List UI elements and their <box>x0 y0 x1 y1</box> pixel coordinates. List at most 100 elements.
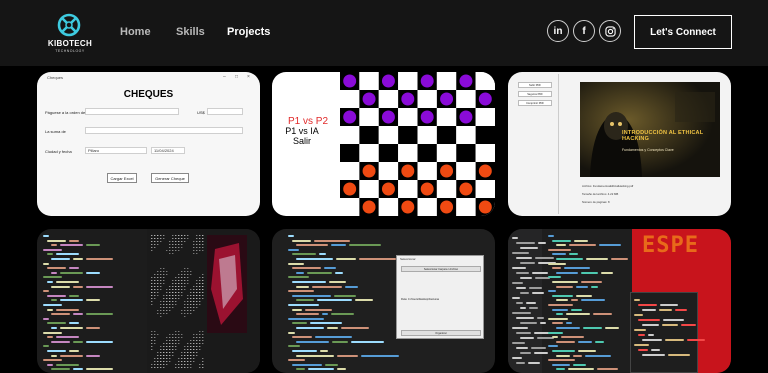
ascii-glyph <box>181 235 183 236</box>
ascii-glyph <box>193 343 195 344</box>
ascii-glyph <box>199 295 201 296</box>
nav-projects-link[interactable]: Projects <box>227 26 270 38</box>
ascii-glyph <box>166 313 168 314</box>
project-card-pdf-tool[interactable]: Subir PDF Seguros PDF Comprimir PDF Sele… <box>508 72 731 216</box>
ascii-glyph <box>163 313 165 314</box>
ascii-glyph <box>175 283 177 284</box>
ascii-glyph <box>172 334 174 335</box>
ascii-glyph <box>196 292 198 293</box>
minimize-icon: – <box>223 74 226 80</box>
ascii-glyph <box>190 295 192 296</box>
code-line <box>345 285 358 288</box>
ascii-glyph <box>190 352 192 353</box>
checker-piece <box>459 182 473 196</box>
code-line <box>581 271 598 274</box>
facebook-icon: f <box>582 25 586 37</box>
ascii-glyph <box>196 307 198 308</box>
ascii-glyph <box>178 241 180 242</box>
ascii-glyph <box>163 358 165 359</box>
date-input: 11/04/2024 <box>151 147 185 154</box>
instagram-button[interactable] <box>599 20 621 42</box>
checker-piece <box>478 92 492 106</box>
ascii-glyph <box>190 358 192 359</box>
ascii-glyph <box>169 337 171 338</box>
project-card-checkers[interactable]: P1 vs P2 P1 vs IA Salir <box>272 72 495 216</box>
checker-piece <box>478 200 492 214</box>
ascii-glyph <box>160 316 162 317</box>
nav-home-link[interactable]: Home <box>120 26 151 38</box>
code-line <box>548 359 575 362</box>
code-line <box>292 267 321 270</box>
facebook-button[interactable]: f <box>573 20 595 42</box>
project-card-espe[interactable]: ESPE <box>508 229 731 373</box>
ascii-glyph <box>151 337 153 338</box>
ascii-glyph <box>181 247 183 248</box>
ascii-glyph <box>184 235 186 236</box>
linkedin-button[interactable]: in <box>547 20 569 42</box>
code-line <box>573 354 582 357</box>
ascii-glyph <box>184 301 186 302</box>
code-line <box>320 350 328 352</box>
ascii-glyph <box>166 289 168 290</box>
ascii-glyph <box>178 331 180 332</box>
ascii-glyph <box>196 349 198 350</box>
ascii-glyph <box>166 292 168 293</box>
code-line <box>634 299 640 301</box>
ascii-glyph <box>151 349 153 350</box>
ascii-glyph <box>181 358 183 359</box>
code-line <box>288 317 324 320</box>
code-line <box>520 292 529 294</box>
board-square <box>359 144 379 162</box>
ascii-glyph <box>181 313 183 314</box>
ascii-glyph <box>181 334 183 335</box>
ascii-glyph <box>184 289 186 290</box>
code-line <box>548 317 568 320</box>
ascii-glyph <box>193 295 195 296</box>
ascii-glyph <box>157 313 159 314</box>
ascii-glyph <box>187 271 189 272</box>
board-square <box>436 72 457 90</box>
code-line <box>60 299 83 302</box>
ascii-glyph <box>154 337 156 338</box>
code-line <box>335 271 343 274</box>
ascii-glyph <box>151 298 153 299</box>
checker-piece <box>381 74 395 88</box>
ascii-glyph <box>193 307 195 308</box>
ascii-glyph <box>178 289 180 290</box>
lets-connect-button[interactable]: Let's Connect <box>634 15 732 49</box>
code-line <box>51 258 70 260</box>
ascii-glyph <box>172 295 174 296</box>
ascii-glyph <box>163 283 165 284</box>
ascii-glyph <box>151 238 153 239</box>
code-line <box>556 368 565 371</box>
code-line <box>288 262 304 265</box>
code-line <box>605 327 619 329</box>
project-card-file-organizer[interactable]: Seleccionar Seleccionar Carpeta / Archiv… <box>272 229 495 373</box>
nav-skills-link[interactable]: Skills <box>176 26 205 38</box>
ascii-glyph <box>196 304 198 305</box>
project-card-cheques[interactable]: Cheques – □ × CHEQUES Páguese a la orden… <box>37 72 260 216</box>
ascii-glyph <box>163 355 165 356</box>
checker-piece <box>362 200 376 214</box>
ascii-glyph <box>172 250 174 251</box>
navbar: KIBOTECH TECHNOLOGY Home Skills Projects… <box>0 0 768 66</box>
ascii-glyph <box>202 292 204 293</box>
ascii-glyph <box>193 298 195 299</box>
project-card-image-processing[interactable] <box>37 229 260 373</box>
ascii-glyph <box>196 250 198 251</box>
ascii-glyph <box>190 355 192 356</box>
sidebar-button: Comprimir PDF <box>518 100 552 106</box>
brand-logo[interactable]: KIBOTECH TECHNOLOGY <box>47 12 92 58</box>
ascii-glyph <box>157 271 159 272</box>
ascii-glyph <box>193 352 195 353</box>
checker-piece <box>440 200 454 214</box>
ascii-glyph <box>178 247 180 248</box>
code-line <box>43 290 49 293</box>
ascii-glyph <box>169 292 171 293</box>
pay-to-label: Páguese a la orden de <box>45 110 86 115</box>
code-line <box>296 368 305 371</box>
code-line <box>56 363 79 366</box>
code-line <box>576 294 592 297</box>
ascii-glyph <box>199 301 201 302</box>
ascii-glyph <box>202 241 204 242</box>
